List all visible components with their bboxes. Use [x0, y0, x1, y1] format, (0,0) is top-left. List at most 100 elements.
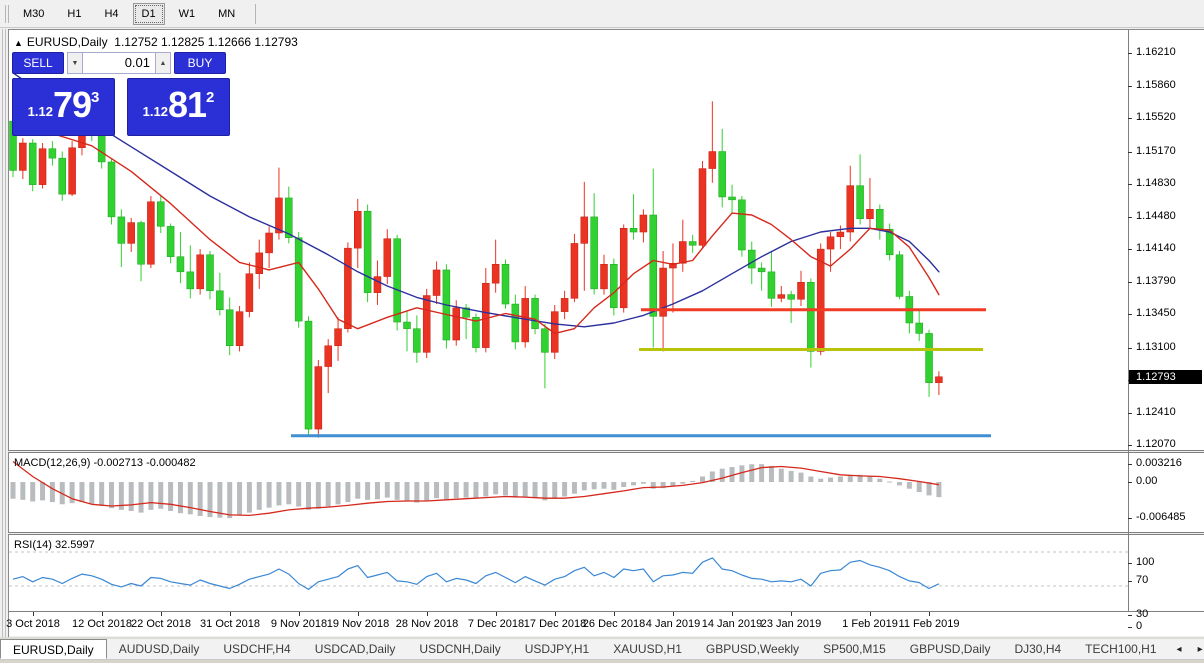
- tabs-scroll-left-icon[interactable]: ◂: [1169, 644, 1190, 655]
- bear-candle: [511, 303, 520, 343]
- sell-button[interactable]: SELL: [12, 52, 64, 74]
- bull-candle: [679, 241, 687, 264]
- bear-candle: [48, 148, 57, 159]
- date-tick: [870, 612, 871, 616]
- bear-candle: [915, 322, 923, 334]
- bull-candle: [639, 214, 648, 233]
- buy-price-button[interactable]: 1.12 81 2: [127, 78, 230, 136]
- tab-navigation: ◂ ▸: [1169, 639, 1204, 659]
- date-tick-label: 12 Oct 2018: [72, 618, 132, 630]
- bull-candle: [373, 276, 382, 293]
- timeframe-button-h1[interactable]: H1: [58, 3, 90, 25]
- price-tick-label: 1.12410: [1136, 406, 1176, 418]
- symbol-tab-gbpusd[interactable]: GBPUSD,Daily: [898, 639, 1003, 659]
- macd-tick: [1128, 464, 1132, 465]
- symbol-tab-gbpusd[interactable]: GBPUSD,Weekly: [694, 639, 811, 659]
- price-tick-label: 1.16210: [1136, 46, 1176, 58]
- lot-increase-button[interactable]: ▲: [155, 52, 171, 74]
- lot-size-input[interactable]: 0.01: [83, 52, 155, 74]
- bull-candle: [580, 216, 589, 244]
- symbol-tab-usdchf[interactable]: USDCHF,H4: [211, 639, 302, 659]
- bull-candle: [344, 247, 352, 329]
- symbol-tab-xauusd[interactable]: XAUUSD,H1: [601, 639, 694, 659]
- date-tick-label: 22 Oct 2018: [131, 618, 191, 630]
- bull-candle: [777, 294, 786, 299]
- bull-candle: [826, 236, 835, 250]
- rsi-tick-label: 100: [1136, 556, 1155, 568]
- symbol-tab-usdcad[interactable]: USDCAD,Daily: [303, 639, 408, 659]
- symbol-period-label: EURUSD,Daily: [26, 35, 108, 49]
- symbol-tab-sp500[interactable]: SP500,M15: [811, 639, 898, 659]
- sell-price-button[interactable]: 1.12 79 3: [12, 78, 115, 136]
- date-tick-label: 19 Nov 2018: [326, 618, 390, 630]
- bull-candle: [600, 264, 608, 290]
- tabs-scroll-right-icon[interactable]: ▸: [1190, 644, 1204, 655]
- bear-candle: [541, 328, 549, 353]
- bear-candle: [294, 237, 303, 322]
- symbol-tab-eurusd[interactable]: EURUSD,Daily: [0, 639, 107, 659]
- date-tick: [929, 612, 930, 616]
- bear-candle: [225, 309, 234, 346]
- bull-candle: [482, 282, 490, 348]
- date-tick: [230, 612, 231, 616]
- bear-candle: [767, 271, 776, 299]
- symbol-tab-tech100[interactable]: TECH100,H1: [1073, 639, 1168, 659]
- price-tick-label: 1.13100: [1136, 341, 1176, 353]
- date-tick-label: 23 Jan 2019: [760, 618, 822, 630]
- chart-title: ▲ EURUSD,Daily 1.12752 1.12825 1.12666 1.…: [14, 35, 298, 49]
- rsi-tick: [1128, 627, 1132, 628]
- panel-separator[interactable]: [8, 532, 1204, 535]
- bull-candle: [334, 328, 342, 346]
- date-axis: 3 Oct 2018 12 Oct 2018 22 Oct 2018 31 Oct 2…: [6, 612, 1128, 636]
- macd-tick: [1128, 518, 1132, 519]
- macd-label: MACD(12,26,9) -0.002713 -0.000482: [14, 457, 196, 469]
- collapse-panel-icon[interactable]: ▲: [14, 38, 23, 48]
- date-tick: [614, 612, 615, 616]
- timeframe-button-w1[interactable]: W1: [170, 3, 205, 25]
- price-tick: [1128, 282, 1132, 283]
- symbol-tab-dj30[interactable]: DJ30,H4: [1002, 639, 1073, 659]
- symbol-tab-audusd[interactable]: AUDUSD,Daily: [107, 639, 212, 659]
- date-tick-label: 3 Oct 2018: [6, 618, 60, 630]
- date-tick: [299, 612, 300, 616]
- date-tick-label: 26 Dec 2018: [582, 618, 646, 630]
- buy-price-main: 81: [167, 84, 207, 125]
- bull-candle: [797, 282, 805, 300]
- bear-candle: [856, 185, 864, 220]
- lot-decrease-button[interactable]: ▼: [67, 52, 83, 74]
- timeframe-button-d1[interactable]: D1: [132, 3, 165, 25]
- timeframe-button-m30[interactable]: M30: [14, 3, 53, 25]
- bull-candle: [314, 366, 323, 430]
- bear-candle: [413, 328, 421, 353]
- timeframe-button-h4[interactable]: H4: [95, 3, 127, 25]
- date-tick: [102, 612, 103, 616]
- rsi-tick-label: 30: [1136, 608, 1149, 620]
- toolbar-grip-icon[interactable]: [5, 5, 9, 23]
- symbol-tab-usdcnh[interactable]: USDCNH,Daily: [407, 639, 512, 659]
- bear-candle: [97, 134, 106, 163]
- price-tick-label: 1.13790: [1136, 275, 1176, 287]
- bull-candle: [816, 248, 825, 352]
- bear-candle: [186, 271, 195, 290]
- buy-button[interactable]: BUY: [174, 52, 226, 74]
- price-tick: [1128, 118, 1132, 119]
- dock-separator[interactable]: [0, 29, 8, 637]
- trading-platform-window: M30 H1 H4 D1 W1 MN ▲ EURUSD,Daily 1.12752 1.12…: [0, 0, 1204, 663]
- bear-candle: [688, 241, 697, 246]
- timeframe-button-mn[interactable]: MN: [209, 3, 244, 25]
- date-tick-label: 17 Dec 2018: [523, 618, 587, 630]
- symbol-tab-usdjpy[interactable]: USDJPY,H1: [513, 639, 601, 659]
- bull-candle: [619, 228, 628, 309]
- date-tick: [427, 612, 428, 616]
- bear-candle: [610, 264, 618, 309]
- price-tick-label: 1.12070: [1136, 438, 1176, 450]
- price-tick: [1128, 184, 1132, 185]
- panel-separator[interactable]: [8, 450, 1204, 453]
- bear-candle: [137, 222, 145, 265]
- macd-tick-label: -0.006485: [1136, 511, 1186, 523]
- bull-candle: [422, 295, 431, 353]
- bull-candle: [491, 264, 500, 284]
- price-tick-label: 1.15170: [1136, 145, 1176, 157]
- date-tick: [496, 612, 497, 616]
- bull-candle: [265, 232, 273, 254]
